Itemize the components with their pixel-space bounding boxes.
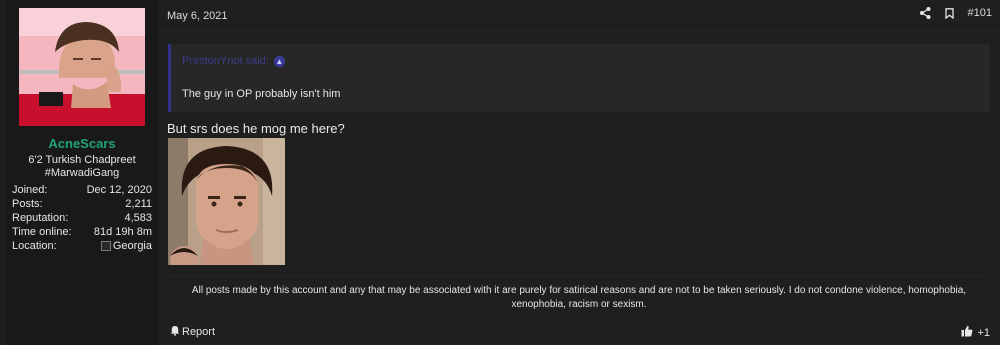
- user-title-line-2: #MarwadiGang: [44, 167, 120, 179]
- user-title-line-1: 6'2 Turkish Chadpreet: [28, 154, 136, 166]
- stat-label: Joined:: [12, 184, 48, 196]
- stat-posts: Posts: 2,211: [12, 197, 152, 211]
- broken-flag-image-icon: [100, 241, 111, 251]
- stat-value: 4,583: [124, 212, 152, 224]
- stat-label: Reputation:: [12, 212, 69, 224]
- stat-joined: Joined: Dec 12, 2020: [12, 183, 152, 197]
- post-actions: #101: [919, 7, 992, 19]
- thumbs-up-icon[interactable]: [961, 325, 973, 340]
- post-number-link[interactable]: #101: [968, 7, 992, 19]
- quote-header[interactable]: PrestonYnot said: ▲: [182, 55, 285, 67]
- quote-block: PrestonYnot said: ▲ The guy in OP probab…: [168, 44, 990, 112]
- share-icon[interactable]: [919, 7, 931, 19]
- bell-icon: [170, 325, 180, 339]
- stat-label: Location:: [12, 240, 57, 252]
- stat-reputation: Reputation: 4,583: [12, 211, 152, 225]
- post-message: But srs does he mog me here?: [167, 121, 345, 136]
- reaction-bar: +1: [961, 325, 990, 340]
- reaction-count[interactable]: +1: [977, 327, 990, 339]
- username[interactable]: AcneScars: [6, 136, 158, 151]
- quote-author[interactable]: PrestonYnot said:: [182, 55, 269, 67]
- arrow-up-circle-icon[interactable]: ▲: [273, 55, 285, 67]
- location-text: Georgia: [112, 240, 152, 252]
- stat-label: Posts:: [12, 198, 43, 210]
- user-sidebar: AcneScars 6'2 Turkish Chadpreet #Marwadi…: [6, 0, 158, 345]
- forum-post: AcneScars 6'2 Turkish Chadpreet #Marwadi…: [0, 0, 1000, 345]
- bookmark-icon[interactable]: [944, 7, 954, 19]
- post-main: May 6, 2021 #101 PrestonYnot said: ▲ The…: [158, 0, 1000, 345]
- stat-label: Time online:: [12, 226, 72, 238]
- quote-text: The guy in OP probably isn't him: [182, 88, 341, 100]
- stat-value: 81d 19h 8m: [93, 226, 152, 238]
- header-divider: [158, 30, 1000, 31]
- report-button[interactable]: Report: [170, 325, 215, 339]
- signature-divider: [168, 276, 990, 277]
- location-value: Georgia: [100, 239, 152, 253]
- post-date[interactable]: May 6, 2021: [167, 10, 228, 22]
- stat-location: Location: Georgia: [12, 239, 152, 253]
- stat-time-online: Time online: 81d 19h 8m: [12, 225, 152, 239]
- stat-value[interactable]: 2,211: [125, 197, 152, 211]
- attached-photo[interactable]: [168, 138, 285, 265]
- avatar[interactable]: [19, 8, 145, 126]
- user-signature: All posts made by this account and any t…: [191, 285, 967, 310]
- stat-value: Dec 12, 2020: [86, 184, 152, 196]
- report-label[interactable]: Report: [182, 326, 215, 338]
- user-stats: Joined: Dec 12, 2020 Posts: 2,211 Reputa…: [12, 183, 152, 253]
